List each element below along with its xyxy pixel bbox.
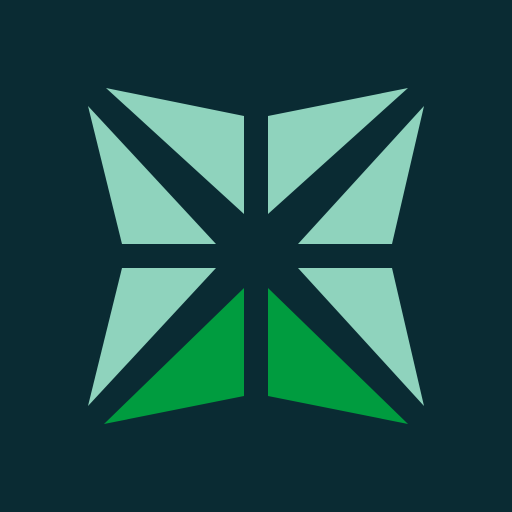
app-icon-canvas: [0, 0, 512, 512]
logo-background: [0, 0, 512, 512]
faceted-star-logo-icon: [0, 0, 512, 512]
